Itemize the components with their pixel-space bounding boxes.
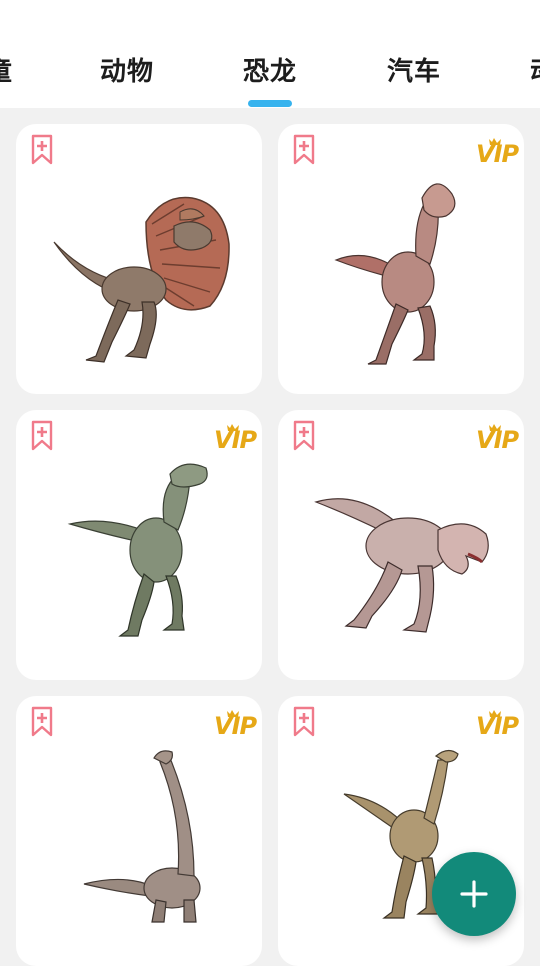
crested-theropod-image — [334, 183, 456, 365]
dino-card-crested-theropod[interactable]: VIP — [278, 124, 524, 394]
dilophosaurus-image — [53, 196, 230, 363]
bookmark-add-icon[interactable] — [292, 134, 316, 166]
dino-card-velociraptor[interactable]: VIP — [16, 410, 262, 680]
selected-tab-indicator — [248, 100, 292, 107]
category-tab-bar: 童 动物 恐龙 汽车 动 — [0, 0, 540, 108]
dino-card-dilophosaurus[interactable] — [16, 124, 262, 394]
vip-badge: VIP — [474, 422, 519, 454]
tab-partial-right[interactable]: 动 — [530, 52, 540, 92]
dino-card-carnotaurus[interactable]: VIP — [278, 410, 524, 680]
dino-card-brachiosaurus[interactable]: VIP — [16, 696, 262, 966]
dinosaur-grid: VIP VIP VIP VIP VIP — [0, 108, 540, 966]
bookmark-add-icon[interactable] — [30, 134, 54, 166]
vip-badge: VIP — [212, 708, 257, 740]
vip-badge: VIP — [474, 708, 519, 740]
brachiosaurus-image — [83, 750, 201, 923]
vip-badge: VIP — [474, 136, 519, 168]
vip-badge: VIP — [212, 422, 257, 454]
bookmark-add-icon[interactable] — [292, 706, 316, 738]
tab-animals[interactable]: 动物 — [100, 52, 154, 92]
add-fab-button[interactable] — [432, 852, 516, 936]
velociraptor-image — [67, 463, 208, 637]
plus-icon — [460, 880, 488, 908]
tab-cars[interactable]: 汽车 — [387, 52, 441, 92]
carnotaurus-image — [314, 498, 489, 633]
bookmark-add-icon[interactable] — [30, 420, 54, 452]
tab-dinosaurs[interactable]: 恐龙 — [243, 52, 297, 92]
tab-partial-left[interactable]: 童 — [0, 52, 13, 92]
bookmark-add-icon[interactable] — [30, 706, 54, 738]
bookmark-add-icon[interactable] — [292, 420, 316, 452]
